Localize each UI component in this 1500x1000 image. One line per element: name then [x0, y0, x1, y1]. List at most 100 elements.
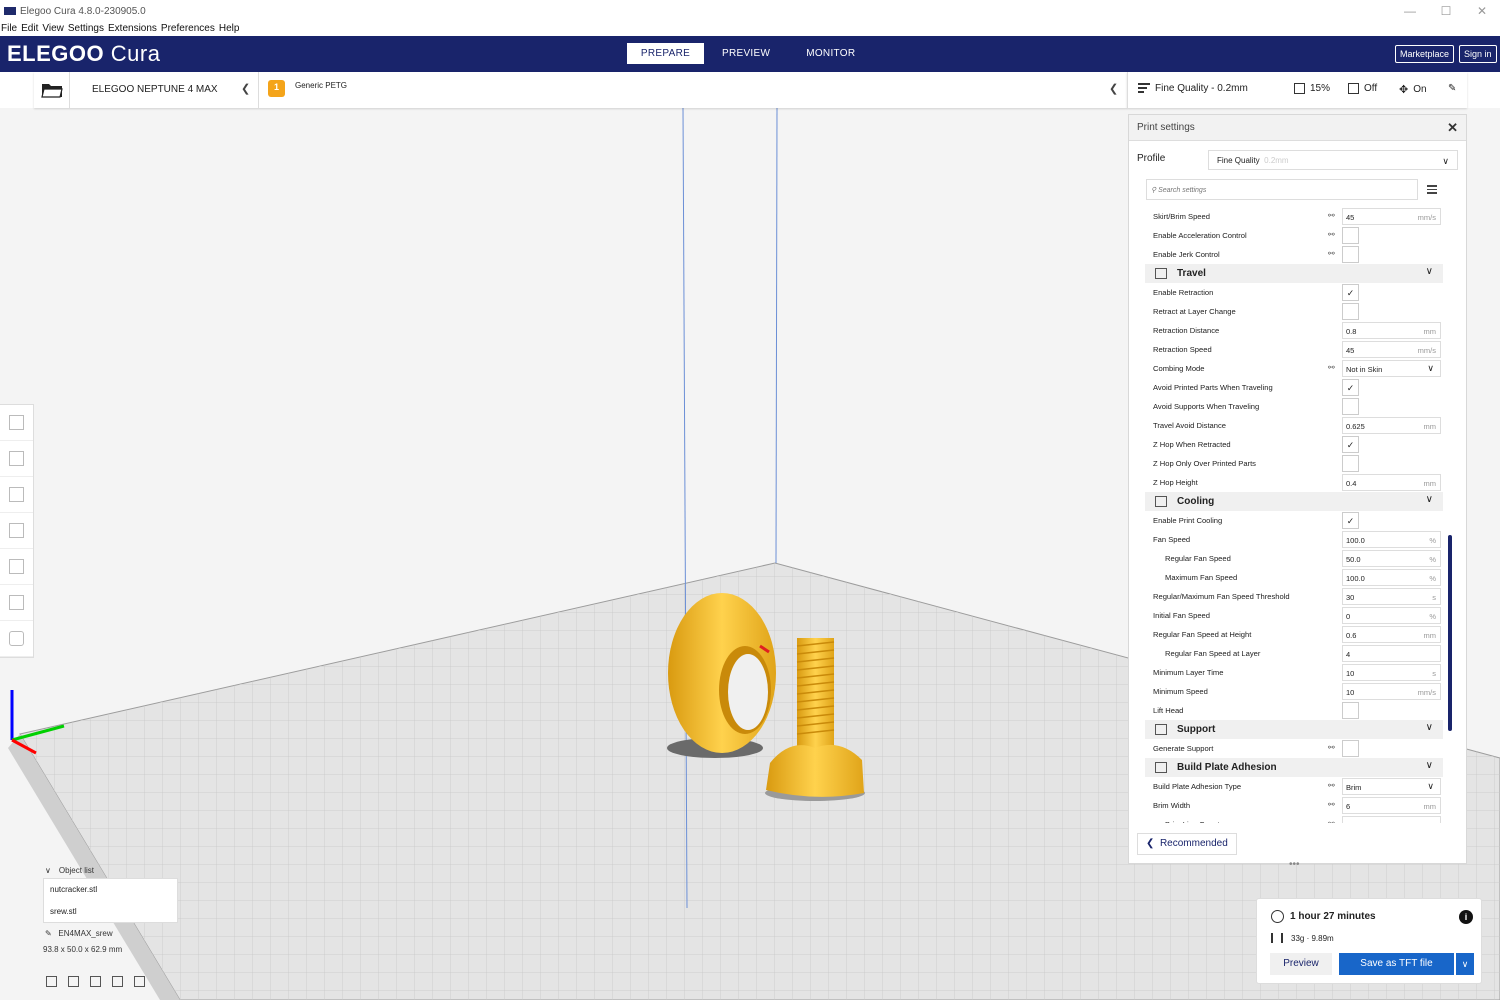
menu-extensions[interactable]: Extensions: [107, 22, 160, 36]
setting-checkbox[interactable]: [1342, 455, 1359, 472]
per-model-settings-tool[interactable]: [0, 549, 33, 585]
setting-dropdown[interactable]: Brim ∨: [1342, 778, 1441, 795]
adhesion-summary[interactable]: ✥ On: [1399, 83, 1427, 96]
profile-dropdown[interactable]: Fine Quality 0.2mm ∨: [1208, 150, 1458, 170]
material-selector[interactable]: Generic PETG: [295, 81, 347, 90]
settings-list[interactable]: Skirt/Brim Speed ⚯ 45 mm/s Enable Accelerati…: [1145, 207, 1443, 823]
settings-menu-icon[interactable]: [1427, 185, 1437, 196]
move-tool[interactable]: [0, 405, 33, 441]
view-right-icon[interactable]: [134, 976, 145, 987]
setting-value-input[interactable]: 0.4 mm: [1342, 474, 1441, 491]
pencil-icon[interactable]: ✎: [45, 929, 52, 938]
chevron-left-icon[interactable]: ❮: [241, 82, 250, 95]
setting-checkbox[interactable]: [1342, 398, 1359, 415]
setting-checkbox[interactable]: [1342, 740, 1359, 757]
edit-icon[interactable]: ✎: [1448, 83, 1456, 94]
save-options-chevron-icon[interactable]: ∨: [1456, 953, 1474, 975]
setting-checkbox[interactable]: [1342, 702, 1359, 719]
setting-value-input[interactable]: 6 mm: [1342, 797, 1441, 814]
setting-value-input[interactable]: 100.0%: [1342, 569, 1441, 586]
tab-preview[interactable]: PREVIEW: [704, 43, 788, 64]
setting-row: Brim Width ⚯ 6 mm: [1145, 796, 1443, 815]
resize-handle[interactable]: •••: [1289, 859, 1300, 870]
mirror-tool[interactable]: [0, 513, 33, 549]
marketplace-button[interactable]: Marketplace: [1395, 45, 1455, 63]
link-icon[interactable]: ⚯: [1328, 800, 1335, 809]
link-icon[interactable]: ⚯: [1328, 211, 1335, 220]
close-icon[interactable]: ✕: [1464, 0, 1500, 22]
setting-row: Minimum Layer Time 10 s: [1145, 663, 1443, 682]
menu-edit[interactable]: Edit: [20, 22, 41, 36]
menu-view[interactable]: View: [41, 22, 67, 36]
recommended-button[interactable]: ❮ Recommended: [1137, 833, 1237, 855]
quality-summary[interactable]: Fine Quality - 0.2mm: [1138, 83, 1248, 94]
tab-prepare[interactable]: PREPARE: [627, 43, 704, 64]
setting-value-input[interactable]: 0.8 mm: [1342, 322, 1441, 339]
view-front-icon[interactable]: [68, 976, 79, 987]
scale-tool[interactable]: [0, 441, 33, 477]
chevron-left-icon[interactable]: ❮: [1109, 82, 1118, 95]
view-top-icon[interactable]: [90, 976, 101, 987]
support-blocker-tool[interactable]: [0, 585, 33, 621]
link-icon[interactable]: ⚯: [1328, 781, 1335, 790]
setting-value-input[interactable]: 0.625 mm: [1342, 417, 1441, 434]
setting-value-input[interactable]: 0.6 mm: [1342, 626, 1441, 643]
object-list: ∨ Object list nutcracker.stl srew.stl ✎ …: [40, 866, 190, 954]
menu-file[interactable]: File: [0, 22, 20, 36]
settings-scrollbar[interactable]: [1448, 535, 1452, 731]
setting-value-input[interactable]: 45 mm/s: [1342, 341, 1441, 358]
setting-checkbox[interactable]: [1342, 246, 1359, 263]
info-icon[interactable]: i: [1459, 910, 1473, 924]
open-file-button[interactable]: [34, 72, 70, 108]
cylinder-tool[interactable]: [0, 621, 33, 657]
setting-value-input[interactable]: 0%: [1342, 607, 1441, 624]
setting-checkbox[interactable]: [1342, 227, 1359, 244]
menu-settings[interactable]: Settings: [67, 22, 107, 36]
category-support[interactable]: Support ∨: [1145, 720, 1443, 739]
setting-value-input[interactable]: 10 s: [1342, 664, 1441, 681]
category-travel[interactable]: Travel ∨: [1145, 264, 1443, 283]
category-build-plate-adhesion[interactable]: Build Plate Adhesion ∨: [1145, 758, 1443, 777]
view-3d-icon[interactable]: [46, 976, 57, 987]
tab-monitor[interactable]: MONITOR: [788, 43, 873, 64]
save-file-button[interactable]: Save as TFT file: [1339, 953, 1454, 975]
close-icon[interactable]: ✕: [1447, 120, 1458, 136]
setting-value-input[interactable]: 4: [1342, 645, 1441, 662]
job-name[interactable]: EN4MAX_srew: [58, 929, 112, 938]
rotate-tool[interactable]: [0, 477, 33, 513]
object-list-toggle[interactable]: ∨ Object list: [40, 866, 190, 875]
setting-checkbox[interactable]: ✓: [1342, 379, 1359, 396]
object-item[interactable]: nutcracker.stl: [44, 879, 177, 901]
setting-checkbox[interactable]: ✓: [1342, 284, 1359, 301]
setting-value-input[interactable]: 10 mm/s: [1342, 683, 1441, 700]
search-settings-input[interactable]: ⚲ Search settings: [1146, 179, 1418, 200]
category-cooling[interactable]: Cooling ∨: [1145, 492, 1443, 511]
menu-help[interactable]: Help: [218, 22, 243, 36]
view-left-icon[interactable]: [112, 976, 123, 987]
link-icon[interactable]: ⚯: [1328, 363, 1335, 372]
setting-value-input[interactable]: 50.0%: [1342, 550, 1441, 567]
minimize-icon[interactable]: —: [1392, 0, 1428, 22]
setting-value-input[interactable]: 100.0%: [1342, 531, 1441, 548]
setting-value-input[interactable]: 11: [1342, 816, 1441, 823]
printer-selector[interactable]: ELEGOO NEPTUNE 4 MAX: [92, 84, 218, 95]
setting-checkbox[interactable]: ✓: [1342, 436, 1359, 453]
support-summary[interactable]: Off: [1348, 83, 1377, 94]
link-icon[interactable]: ⚯: [1328, 819, 1335, 823]
link-icon[interactable]: ⚯: [1328, 230, 1335, 239]
sign-in-button[interactable]: Sign in: [1459, 45, 1497, 63]
preview-button[interactable]: Preview: [1270, 953, 1332, 975]
link-icon[interactable]: ⚯: [1328, 743, 1335, 752]
maximize-icon[interactable]: ☐: [1428, 0, 1464, 22]
menu-preferences[interactable]: Preferences: [160, 22, 218, 36]
setting-row: Z Hop Only Over Printed Parts: [1145, 454, 1443, 473]
link-icon[interactable]: ⚯: [1328, 249, 1335, 258]
print-setup-summary[interactable]: Fine Quality - 0.2mm 15% Off ✥ On ✎: [1127, 72, 1467, 108]
setting-checkbox[interactable]: [1342, 303, 1359, 320]
setting-dropdown[interactable]: Not in Skin ∨: [1342, 360, 1441, 377]
setting-value-input[interactable]: 45 mm/s: [1342, 208, 1441, 225]
infill-summary[interactable]: 15%: [1294, 83, 1330, 94]
setting-checkbox[interactable]: ✓: [1342, 512, 1359, 529]
object-item[interactable]: srew.stl: [44, 901, 177, 923]
setting-value-input[interactable]: 30 s: [1342, 588, 1441, 605]
